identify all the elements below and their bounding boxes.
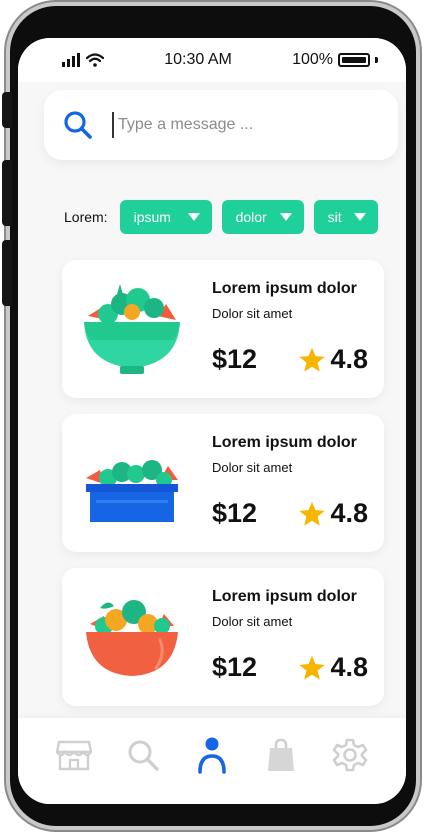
product-price: $12 <box>212 498 258 528</box>
fruit-bowl-icon <box>86 600 178 676</box>
star-icon <box>299 655 326 680</box>
bottom-navigation <box>18 718 406 804</box>
product-rating: 4.8 <box>298 498 368 529</box>
store-icon[interactable] <box>55 738 93 772</box>
search-input[interactable] <box>116 115 350 135</box>
mute-switch <box>2 92 12 128</box>
app-screen: 10:30 AM 100% Lorem: ipsum dolor sit <box>18 38 406 804</box>
product-price: $12 <box>212 652 258 682</box>
nav-bag[interactable] <box>261 735 301 775</box>
product-title: Lorem ipsum dolor <box>212 280 357 297</box>
chip-label: sit <box>327 209 342 225</box>
text-cursor <box>112 112 114 138</box>
status-time: 10:30 AM <box>164 51 232 68</box>
volume-down-button <box>2 240 12 306</box>
nav-search[interactable] <box>123 735 163 775</box>
volume-up-button <box>2 160 12 226</box>
product-price: $12 <box>212 344 258 374</box>
filter-chip-dolor[interactable]: dolor <box>221 200 304 234</box>
product-card[interactable]: Lorem ipsum dolor Dolor sit amet $12 4.8 <box>62 568 384 706</box>
search-bar[interactable] <box>44 90 398 160</box>
search-icon[interactable] <box>62 109 94 141</box>
user-icon[interactable] <box>197 736 227 774</box>
dropdown-arrow-icon <box>279 213 292 221</box>
rating-value: 4.8 <box>330 498 368 528</box>
product-title: Lorem ipsum dolor <box>212 434 357 451</box>
dropdown-arrow-icon <box>187 213 200 221</box>
filter-label: Lorem: <box>64 209 108 225</box>
battery-icon <box>338 53 370 67</box>
shopping-bag-icon[interactable] <box>266 738 296 772</box>
product-subtitle: Dolor sit amet <box>212 306 293 321</box>
product-rating: 4.8 <box>298 344 368 375</box>
chip-label: ipsum <box>133 209 171 225</box>
product-subtitle: Dolor sit amet <box>212 614 293 629</box>
gear-icon[interactable] <box>332 737 368 773</box>
filter-row: Lorem: ipsum dolor sit <box>64 200 378 234</box>
connectivity <box>62 53 104 67</box>
filter-chip-sit[interactable]: sit <box>313 200 378 234</box>
rating-value: 4.8 <box>330 652 368 682</box>
star-icon <box>299 347 326 372</box>
salad-bowl-icon <box>84 284 180 374</box>
rating-value: 4.8 <box>330 344 368 374</box>
filter-chip-ipsum[interactable]: ipsum <box>119 200 212 234</box>
dropdown-arrow-icon <box>353 213 366 221</box>
signal-icon <box>62 53 80 67</box>
chip-label: dolor <box>235 209 267 225</box>
wifi-icon <box>86 53 104 67</box>
search-icon[interactable] <box>126 738 160 772</box>
product-rating: 4.8 <box>298 652 368 683</box>
status-bar: 10:30 AM 100% <box>18 38 406 82</box>
nav-store[interactable] <box>54 735 94 775</box>
battery-percent: 100% <box>292 51 333 68</box>
product-card[interactable]: Lorem ipsum dolor Dolor sit amet $12 4.8 <box>62 414 384 552</box>
product-title: Lorem ipsum dolor <box>212 588 357 605</box>
salad-tray-icon <box>86 460 178 522</box>
nav-profile[interactable] <box>192 735 232 775</box>
product-card[interactable]: Lorem ipsum dolor Dolor sit amet $12 4.8 <box>62 260 384 398</box>
nav-settings[interactable] <box>330 735 370 775</box>
battery-indicator: 100% <box>292 51 378 69</box>
star-icon <box>299 501 326 526</box>
product-subtitle: Dolor sit amet <box>212 460 293 475</box>
